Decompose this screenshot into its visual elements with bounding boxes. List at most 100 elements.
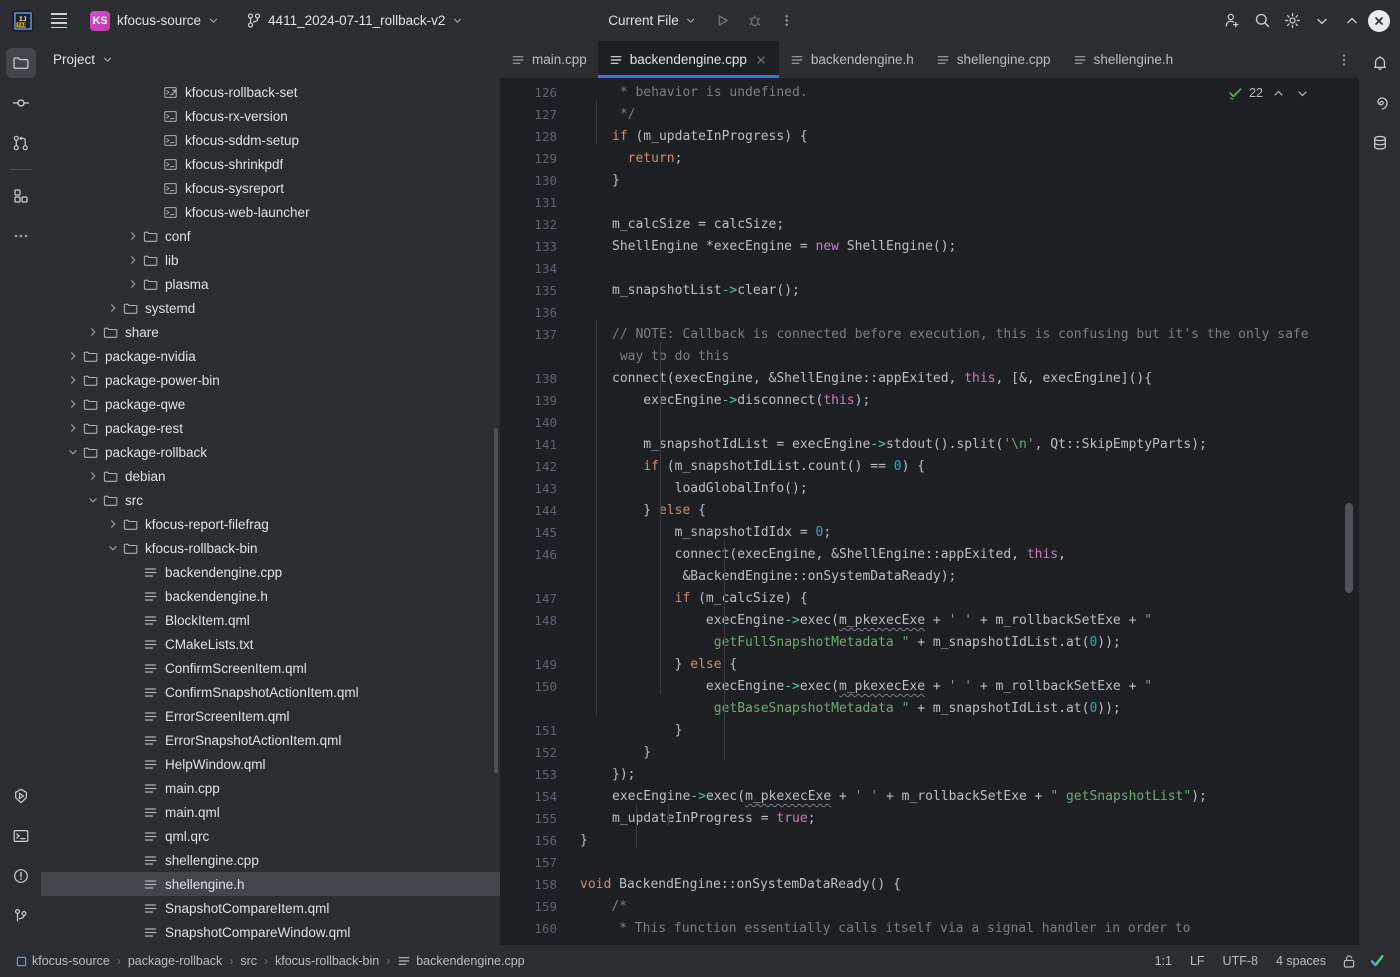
chevron-right-icon[interactable] [65, 375, 81, 385]
code-content[interactable]: * behavior is undefined. */if (m_updateI… [568, 78, 1359, 945]
source-line[interactable]: m_snapshotIdIdx = 0; [568, 522, 1359, 544]
source-line[interactable] [568, 852, 1359, 874]
source-line[interactable]: */ [568, 104, 1359, 126]
gear-icon[interactable] [1278, 7, 1306, 35]
tree-folder-row[interactable]: share [41, 320, 500, 344]
run-configuration-selector[interactable]: Current File [599, 9, 705, 32]
line-separator[interactable]: LF [1182, 950, 1213, 972]
file-encoding[interactable]: UTF-8 [1215, 950, 1266, 972]
source-line[interactable]: * This function essentially calls itself… [568, 918, 1359, 940]
main-menu-button[interactable] [44, 6, 74, 36]
indent-setting[interactable]: 4 spaces [1268, 950, 1334, 972]
next-problem-button[interactable] [1293, 84, 1311, 102]
tree-file-row[interactable]: shellengine.h [41, 872, 500, 896]
tree-folder-row[interactable]: kfocus-report-filefrag [41, 512, 500, 536]
source-line[interactable]: loadGlobalInfo(); [568, 478, 1359, 500]
tree-file-row[interactable]: qml.qrc [41, 824, 500, 848]
tree-file-row[interactable]: backendengine.h [41, 584, 500, 608]
breadcrumb-item[interactable]: package-rollback [122, 951, 229, 971]
tree-file-row[interactable]: main.qml [41, 800, 500, 824]
tree-file-row[interactable]: kfocus-rollback-set [41, 80, 500, 104]
project-file-tree[interactable]: kfocus-rollback-set kfocus-rx-version kfoc… [41, 78, 500, 945]
source-line[interactable]: connect(execEngine, &ShellEngine::appExi… [568, 368, 1359, 390]
code-editor[interactable]: 126 127 128 129 130 131 132 133 134 135 136 137 138 1… [500, 78, 1359, 945]
tree-folder-row[interactable]: conf [41, 224, 500, 248]
source-line[interactable]: // NOTE: Callback is connected before ex… [568, 324, 1359, 368]
run-button[interactable] [709, 7, 737, 35]
minimize-button[interactable] [1308, 7, 1336, 35]
source-line[interactable]: m_snapshotList->clear(); [568, 280, 1359, 302]
tree-folder-row[interactable]: package-nvidia [41, 344, 500, 368]
project-tool-button[interactable] [5, 48, 36, 78]
database-button[interactable] [1365, 128, 1395, 158]
tree-file-row[interactable]: kfocus-web-launcher [41, 200, 500, 224]
previous-problem-button[interactable] [1269, 84, 1287, 102]
chevron-right-icon[interactable] [85, 327, 101, 337]
tree-file-row[interactable]: SnapshotCompareWindow.qml [41, 920, 500, 944]
git-tool-button[interactable] [6, 901, 36, 931]
source-line[interactable] [568, 258, 1359, 280]
tree-folder-row[interactable]: src [41, 488, 500, 512]
source-line[interactable]: connect(execEngine, &ShellEngine::appExi… [568, 544, 1359, 588]
search-icon[interactable] [1248, 7, 1276, 35]
source-line[interactable]: execEngine->disconnect(this); [568, 390, 1359, 412]
chevron-right-icon[interactable] [125, 255, 141, 265]
tree-folder-row[interactable]: lib [41, 248, 500, 272]
more-actions-button[interactable] [773, 7, 801, 35]
chevron-down-icon[interactable] [102, 54, 113, 65]
breadcrumb-item[interactable]: kfocus-source [10, 951, 116, 971]
source-line[interactable]: } [568, 742, 1359, 764]
tree-file-row[interactable]: ErrorSnapshotActionItem.qml [41, 728, 500, 752]
tree-file-row[interactable]: SnapshotCompareItem.qml [41, 896, 500, 920]
source-line[interactable]: }); [568, 764, 1359, 786]
source-line[interactable]: execEngine->exec(m_pkexecExe + ' ' + m_r… [568, 676, 1359, 720]
notifications-button[interactable] [1365, 48, 1395, 78]
source-line[interactable] [568, 192, 1359, 214]
tree-file-row[interactable]: BlockItem.qml [41, 608, 500, 632]
chevron-right-icon[interactable] [85, 471, 101, 481]
tree-file-row[interactable]: HelpWindow.qml [41, 752, 500, 776]
ai-assistant-button[interactable] [1365, 88, 1395, 118]
chevron-right-icon[interactable] [65, 423, 81, 433]
source-line[interactable]: } [568, 170, 1359, 192]
debug-button[interactable] [741, 7, 769, 35]
tree-folder-row[interactable]: kfocus-rollback-bin [41, 536, 500, 560]
editor-scrollbar[interactable] [1345, 503, 1353, 593]
source-line[interactable]: m_calcSize = calcSize; [568, 214, 1359, 236]
project-selector[interactable]: KS kfocus-source [82, 7, 227, 35]
tree-folder-row[interactable]: debian [41, 464, 500, 488]
source-line[interactable]: return; [568, 148, 1359, 170]
tree-folder-row[interactable]: package-rest [41, 416, 500, 440]
code-with-me-button[interactable] [1218, 7, 1246, 35]
tree-file-row[interactable]: kfocus-sysreport [41, 176, 500, 200]
chevron-right-icon[interactable] [65, 351, 81, 361]
source-line[interactable]: execEngine->exec(m_pkexecExe + ' ' + m_r… [568, 786, 1359, 808]
chevron-right-icon[interactable] [105, 303, 121, 313]
tree-file-row[interactable]: ErrorScreenItem.qml [41, 704, 500, 728]
chevron-right-icon[interactable] [125, 231, 141, 241]
source-line[interactable]: if (m_updateInProgress) { [568, 126, 1359, 148]
source-line[interactable]: m_updateInProgress = true; [568, 808, 1359, 830]
editor-tab[interactable]: shellengine.cpp [925, 41, 1062, 78]
branch-selector[interactable]: 4411_2024-07-11_rollback-v2 [239, 9, 471, 32]
editor-tab[interactable]: main.cpp [500, 41, 598, 78]
tree-folder-row[interactable]: package-rollback [41, 440, 500, 464]
terminal-tool-button[interactable] [6, 821, 36, 851]
tree-folder-row[interactable]: systemd [41, 296, 500, 320]
source-line[interactable]: } [568, 830, 1359, 852]
run-tool-button[interactable] [6, 781, 36, 811]
structure-tool-button[interactable] [6, 181, 36, 211]
chevron-down-icon[interactable] [105, 543, 121, 553]
source-line[interactable]: ShellEngine *execEngine = new ShellEngin… [568, 236, 1359, 258]
source-line[interactable]: m_snapshotIdList = execEngine->stdout().… [568, 434, 1359, 456]
tree-file-row[interactable]: backendengine.cpp [41, 560, 500, 584]
source-line[interactable]: } else { [568, 654, 1359, 676]
chevron-down-icon[interactable] [65, 447, 81, 457]
project-tree-scrollbar[interactable] [494, 428, 498, 773]
tree-file-row[interactable]: shellengine.cpp [41, 848, 500, 872]
tree-folder-row[interactable]: package-power-bin [41, 368, 500, 392]
chevron-right-icon[interactable] [125, 279, 141, 289]
problems-tool-button[interactable] [6, 861, 36, 891]
source-line[interactable]: if (m_calcSize) { [568, 588, 1359, 610]
source-line[interactable]: /* [568, 896, 1359, 918]
